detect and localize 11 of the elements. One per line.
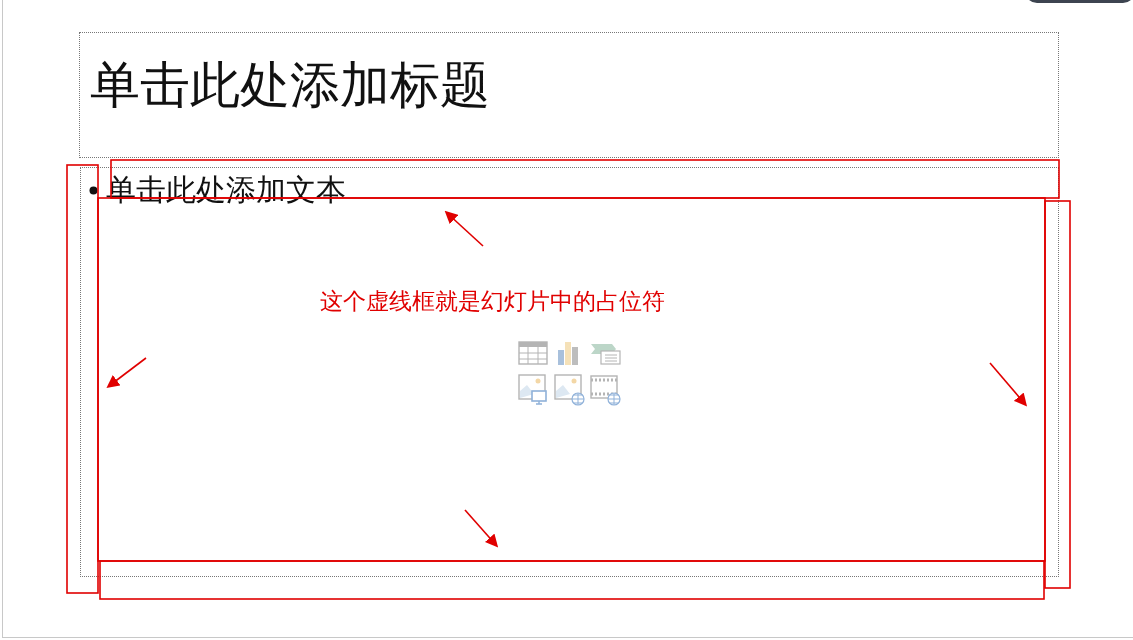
annotation-text: 这个虚线框就是幻灯片中的占位符	[320, 287, 665, 316]
title-placeholder[interactable]: 单击此处添加标题	[79, 32, 1059, 158]
film-icon[interactable]	[590, 374, 622, 406]
title-placeholder-text: 单击此处添加标题	[90, 56, 490, 114]
arrow	[106, 357, 147, 388]
arrow	[444, 210, 484, 247]
arrow	[464, 509, 499, 548]
arrow	[989, 362, 1028, 407]
online-picture-icon[interactable]	[554, 374, 586, 406]
bullet-icon	[89, 185, 98, 195]
picture-icon[interactable]	[518, 374, 550, 406]
